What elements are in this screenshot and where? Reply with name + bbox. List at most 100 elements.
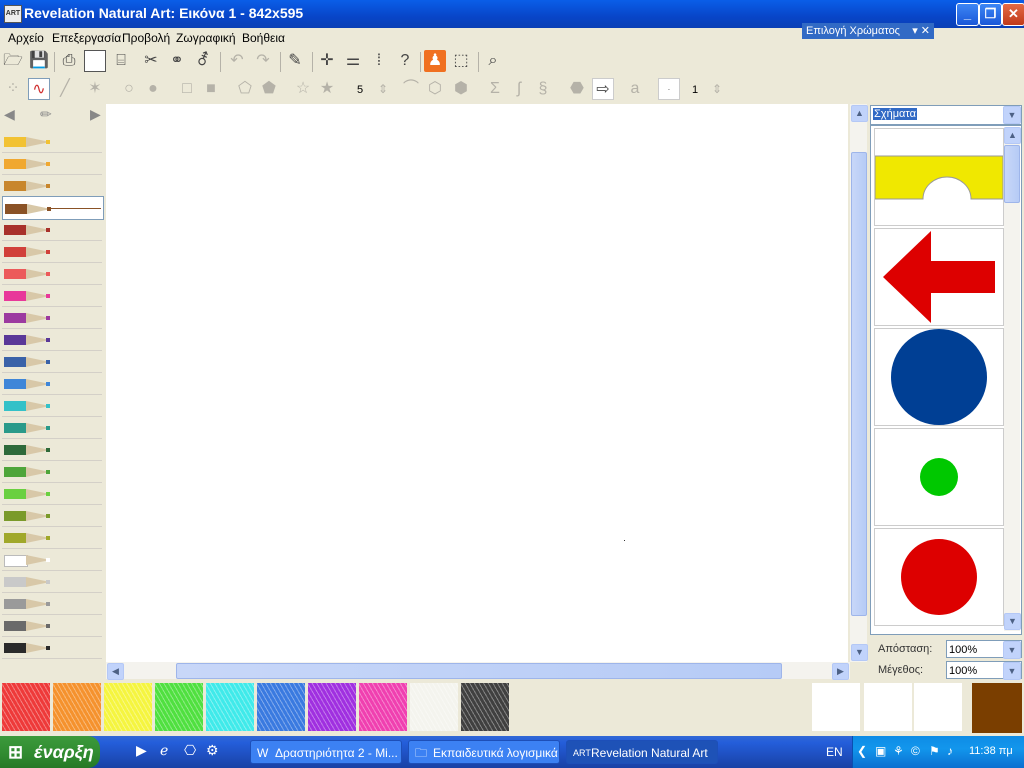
blank-swatch-3[interactable] — [914, 683, 962, 731]
pencil-color-item[interactable] — [2, 240, 102, 263]
scroll-up-icon[interactable]: ▲ — [851, 105, 868, 122]
close-button[interactable]: ✕ — [1002, 3, 1024, 26]
scroll-left-icon[interactable]: ◀ — [107, 663, 124, 680]
scroll-right-icon[interactable]: ▶ — [832, 663, 849, 680]
pencil-color-item[interactable] — [2, 548, 102, 571]
language-indicator[interactable]: EN — [826, 745, 843, 759]
star-outline-icon[interactable]: ☆ — [292, 78, 314, 100]
circle-outline-icon[interactable]: ○ — [118, 78, 140, 100]
menu-help[interactable]: Βοήθεια — [242, 31, 285, 45]
tray-network-icon[interactable]: ▣ — [875, 744, 886, 758]
pencil-color-item[interactable] — [2, 350, 102, 373]
pencil-color-item[interactable] — [2, 504, 102, 527]
undo-icon[interactable]: ↶ — [226, 50, 248, 72]
shape-circle-medium[interactable] — [874, 528, 1004, 626]
shapes-scroll-down-icon[interactable]: ▼ — [1004, 613, 1021, 630]
distance-chevron-icon[interactable]: ▼ — [1003, 641, 1021, 659]
spray-icon[interactable]: ⁘ — [2, 78, 24, 100]
redo-icon[interactable]: ↷ — [252, 50, 274, 72]
tray-expand-icon[interactable]: ❮ — [857, 744, 867, 758]
pencil-color-item[interactable] — [2, 636, 102, 659]
flip-vertical-icon[interactable]: ⚌ — [342, 50, 364, 72]
blank-swatch-1[interactable] — [812, 683, 860, 731]
start-button[interactable]: ⊞ έναρξη — [0, 736, 100, 768]
shape-circle-small[interactable] — [874, 428, 1004, 526]
stamp-icon[interactable]: ♟ — [424, 50, 446, 72]
rect-filled-icon[interactable]: ■ — [200, 78, 222, 100]
color-picker-tab[interactable]: Επιλογή Χρώματος ▾ ✕ — [802, 23, 934, 39]
curve-icon[interactable]: ⌒ — [400, 78, 422, 100]
new-page-icon[interactable] — [84, 50, 106, 72]
arrow-right-icon[interactable]: ⇨ — [592, 78, 614, 100]
help-pointer-icon[interactable]: ? — [394, 50, 416, 72]
pencil-color-item[interactable] — [2, 262, 102, 285]
open-folder-icon[interactable]: 🗁 — [2, 50, 24, 72]
drawing-canvas[interactable] — [106, 104, 848, 662]
blank-swatch-2[interactable] — [864, 683, 912, 731]
tray-app1-icon[interactable]: ⚘ — [893, 744, 904, 758]
color-swatch[interactable] — [308, 683, 356, 731]
color-swatch[interactable] — [104, 683, 152, 731]
cut-icon[interactable]: ✂ — [140, 50, 162, 72]
pencil-color-item[interactable] — [2, 614, 102, 637]
size-spinner[interactable]: ⇕ — [706, 78, 728, 100]
menu-file[interactable]: Αρχείο — [8, 31, 44, 45]
tray-app3-icon[interactable]: ⚑ — [929, 744, 940, 758]
shape-arch[interactable] — [874, 128, 1004, 226]
print-icon[interactable]: ⎙ — [58, 50, 80, 72]
text-icon[interactable]: a — [624, 78, 646, 100]
shapes-scrollbar[interactable]: ▲ ▼ — [1004, 127, 1021, 631]
color-swatch[interactable] — [206, 683, 254, 731]
task-revelation[interactable]: ART Revelation Natural Art — [566, 740, 718, 764]
color-swatch[interactable] — [2, 683, 50, 731]
quicklaunch-media-icon[interactable]: ▶ — [136, 742, 147, 759]
paper-icon[interactable]: ⌸ — [110, 50, 132, 72]
star-burst-icon[interactable]: ✶ — [84, 78, 106, 100]
shapes-scroll-thumb[interactable] — [1004, 145, 1020, 203]
shape-circle-large[interactable] — [874, 328, 1004, 426]
shapes-list[interactable]: ▲ ▼ — [870, 125, 1022, 635]
color-swatch[interactable] — [410, 683, 458, 731]
flip-horizontal-icon[interactable]: ✛ — [316, 50, 338, 72]
pencil-color-item[interactable] — [2, 394, 102, 417]
pencil-color-item[interactable] — [2, 196, 104, 220]
vertical-scrollbar[interactable]: ▲ ▼ — [850, 104, 868, 662]
rect-outline-icon[interactable]: □ — [176, 78, 198, 100]
horizontal-scroll-thumb[interactable] — [176, 663, 782, 679]
circle-filled-icon[interactable]: ● — [142, 78, 164, 100]
vertical-scroll-thumb[interactable] — [851, 152, 867, 616]
color-swatch[interactable] — [53, 683, 101, 731]
color-swatch[interactable] — [155, 683, 203, 731]
color-swatch[interactable] — [359, 683, 407, 731]
pencil-color-item[interactable] — [2, 218, 102, 241]
current-color-swatch[interactable] — [972, 683, 1022, 733]
mirror-icon[interactable]: ⁞ — [368, 50, 390, 72]
save-icon[interactable]: 💾 — [28, 50, 50, 72]
task-folder[interactable]: 🗀 Εκπαιδευτικά λογισμικά — [408, 740, 560, 764]
shape-arrow-left[interactable] — [874, 228, 1004, 326]
pencil-color-item[interactable] — [2, 570, 102, 593]
eyedropper-icon[interactable]: ✎ — [284, 50, 306, 72]
quicklaunch-ie-icon[interactable]: ℯ — [160, 742, 168, 759]
shapes-category-select[interactable]: Σχήματα ▼ — [870, 105, 1022, 125]
copy-icon[interactable]: ⚭ — [166, 50, 188, 72]
pencil-color-item[interactable] — [2, 592, 102, 615]
minimize-button[interactable]: _ — [956, 3, 979, 26]
pencil-color-item[interactable] — [2, 526, 102, 549]
pencil-color-item[interactable] — [2, 284, 102, 307]
pencil-color-item[interactable] — [2, 460, 102, 483]
close-icon[interactable]: ▾ ✕ — [912, 23, 930, 39]
pencil-color-item[interactable] — [2, 152, 102, 175]
task-word[interactable]: W Δραστηριότητα 2 - Mi... — [250, 740, 402, 764]
dot-size-icon[interactable]: · — [658, 78, 680, 100]
polygon-outline-icon[interactable]: ⬡ — [424, 78, 446, 100]
distance-select[interactable]: 100% ▼ — [946, 640, 1022, 659]
polygon-filled-icon[interactable]: ⬢ — [450, 78, 472, 100]
pencil-color-item[interactable] — [2, 482, 102, 505]
size-select[interactable]: 100% ▼ — [946, 661, 1022, 680]
pencil-color-item[interactable] — [2, 328, 102, 351]
quicklaunch-camera-icon[interactable]: ⎔ — [184, 742, 196, 759]
sigma-curve-icon[interactable]: Σ — [484, 78, 506, 100]
tray-app2-icon[interactable]: © — [911, 744, 920, 758]
pencil-color-item[interactable] — [2, 372, 102, 395]
